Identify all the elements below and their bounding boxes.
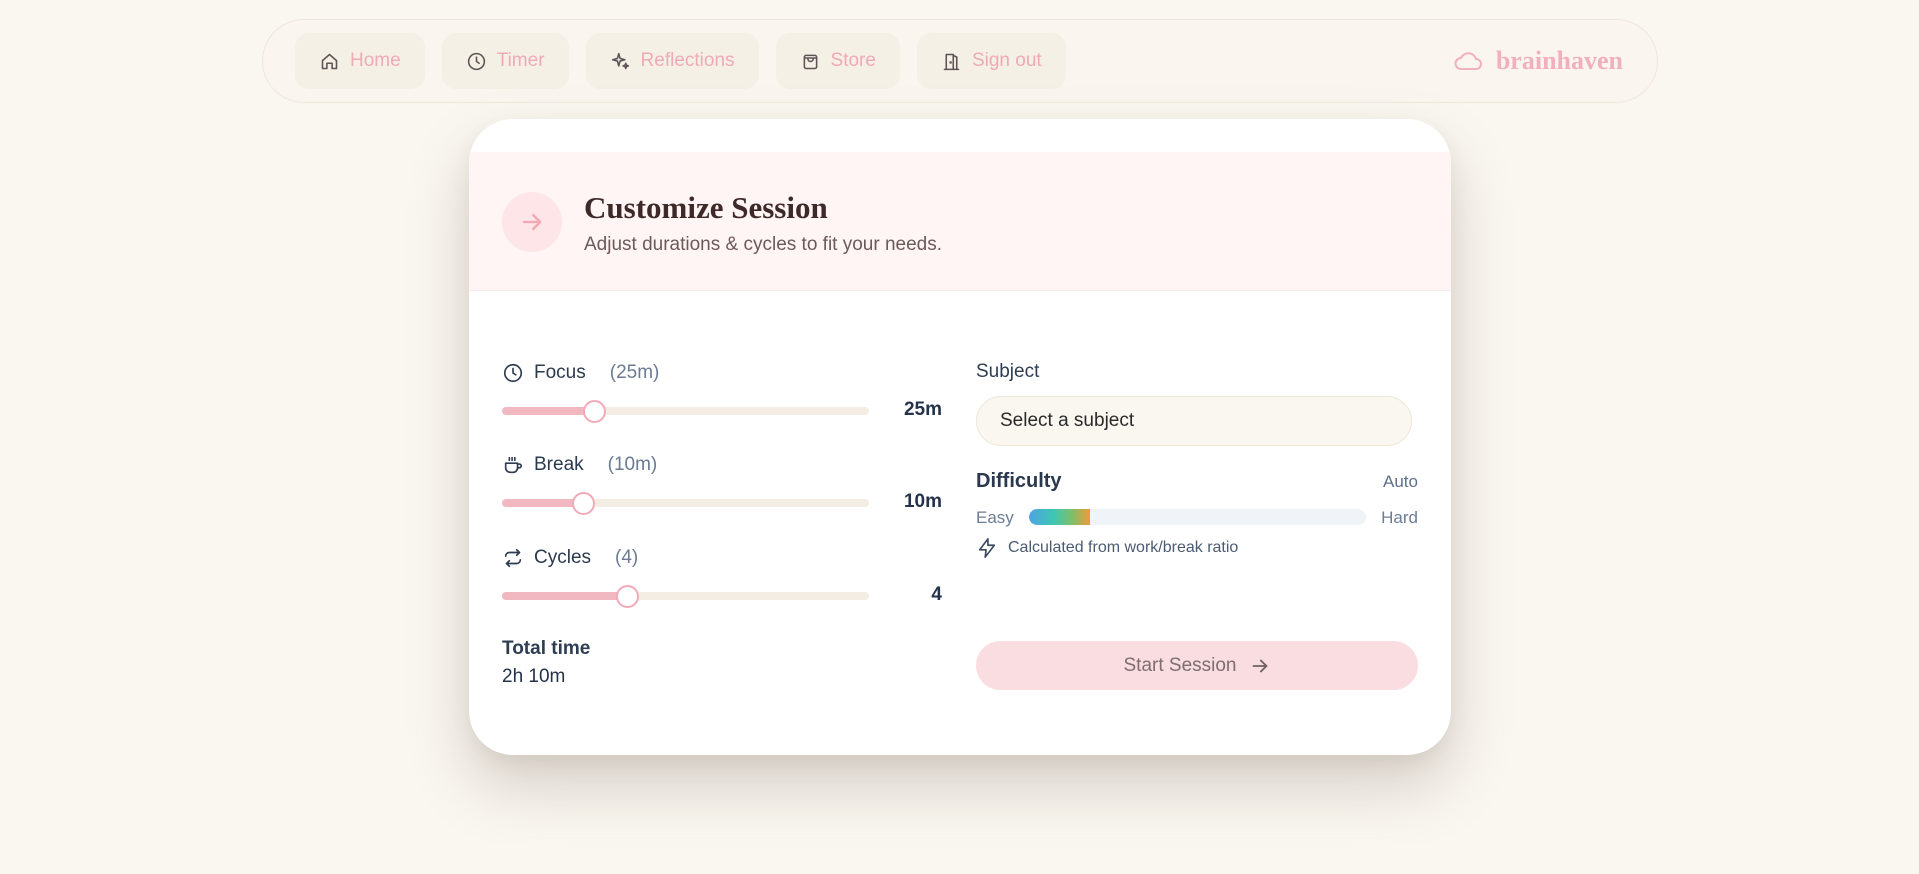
break-slider[interactable]: 10m xyxy=(502,489,942,517)
difficulty-bar-fill xyxy=(1029,509,1090,525)
lightning-icon xyxy=(978,538,996,558)
subject-label: Subject xyxy=(976,361,1040,382)
start-session-button[interactable]: Start Session xyxy=(976,641,1418,690)
focus-label-paren: (25m) xyxy=(609,362,660,383)
difficulty-note: Calculated from work/break ratio xyxy=(976,537,1238,559)
break-value: 10m xyxy=(903,491,942,512)
cycles-thumb[interactable] xyxy=(615,585,639,608)
clock-icon xyxy=(503,363,523,383)
total-time-label: Total time xyxy=(502,638,591,659)
focus-track-fill xyxy=(502,407,594,415)
top-nav: Home Timer Reflections Store Sign out br… xyxy=(262,19,1658,103)
difficulty-note-text: Calculated from work/break ratio xyxy=(1008,539,1239,556)
cloud-icon xyxy=(1454,52,1482,70)
break-track[interactable] xyxy=(502,492,869,515)
break-label-text: Break xyxy=(534,454,584,475)
nav-timer[interactable]: Timer xyxy=(441,33,569,89)
break-track-fill xyxy=(502,499,583,507)
cycles-track[interactable] xyxy=(502,585,869,608)
cycles-label-paren: (4) xyxy=(615,547,639,568)
subject-select[interactable]: Select a subject xyxy=(976,396,1412,446)
nav-home-label: Home xyxy=(350,50,401,71)
cycles-slider-group: Cycles (4) 4 xyxy=(502,546,942,610)
focus-label-text: Focus xyxy=(534,362,586,383)
page-subtitle: Adjust durations & cycles to fit your ne… xyxy=(584,234,943,255)
focus-track[interactable] xyxy=(502,400,869,423)
nav-reflections-label: Reflections xyxy=(640,50,735,71)
cycles-track-fill xyxy=(502,592,627,600)
cycles-value: 4 xyxy=(931,584,942,605)
nav-timer-label: Timer xyxy=(496,50,545,71)
shopping-bag-icon xyxy=(803,54,817,69)
difficulty-bar xyxy=(1029,509,1366,525)
focus-label: Focus (25m) xyxy=(502,361,942,385)
page-title: Customize Session xyxy=(584,190,828,225)
nav-home[interactable]: Home xyxy=(295,33,425,89)
break-slider-group: Break (10m) 10m xyxy=(502,453,942,517)
nav-items: Home Timer Reflections Store Sign out xyxy=(295,33,1066,89)
cycles-label: Cycles (4) xyxy=(502,546,942,570)
nav-reflections[interactable]: Reflections xyxy=(585,33,759,89)
door-exit-icon xyxy=(943,53,960,70)
brand-logo[interactable]: brainhaven xyxy=(1452,46,1625,76)
focus-slider[interactable]: 25m xyxy=(502,397,942,425)
nav-sign-out[interactable]: Sign out xyxy=(916,33,1066,89)
brand-name: brainhaven xyxy=(1495,46,1623,75)
clock-icon xyxy=(467,52,485,70)
nav-sign-out-label: Sign out xyxy=(971,50,1042,71)
coffee-cup-icon xyxy=(504,456,523,474)
difficulty-mode: Auto xyxy=(1383,472,1418,491)
difficulty-hard-label: Hard xyxy=(1381,508,1418,527)
cycles-slider[interactable]: 4 xyxy=(502,582,942,610)
cycles-label-text: Cycles xyxy=(534,547,592,568)
nav-store-label: Store xyxy=(830,50,876,71)
customize-session-card: Customize Session Adjust durations & cyc… xyxy=(469,119,1451,755)
focus-thumb[interactable] xyxy=(582,400,606,423)
nav-store[interactable]: Store xyxy=(775,33,900,89)
difficulty-label: Difficulty xyxy=(976,470,1062,492)
difficulty-easy-label: Easy xyxy=(976,508,1014,527)
arrow-right-icon xyxy=(522,213,542,231)
arrow-right-icon xyxy=(1252,659,1267,672)
focus-slider-group: Focus (25m) 25m xyxy=(502,361,942,425)
break-label: Break (10m) xyxy=(502,453,942,477)
focus-value: 25m xyxy=(903,399,942,420)
subject-select-value: Select a subject xyxy=(1000,410,1135,431)
home-icon xyxy=(321,53,338,69)
sparkles-icon xyxy=(611,52,629,69)
break-thumb[interactable] xyxy=(571,492,595,515)
card-header: Customize Session Adjust durations & cyc… xyxy=(469,152,1451,291)
start-session-label: Start Session xyxy=(1123,654,1237,676)
break-label-paren: (10m) xyxy=(607,454,658,475)
header-icon-circle xyxy=(502,192,562,252)
total-time-value: 2h 10m xyxy=(502,666,566,687)
repeat-icon xyxy=(504,548,522,568)
